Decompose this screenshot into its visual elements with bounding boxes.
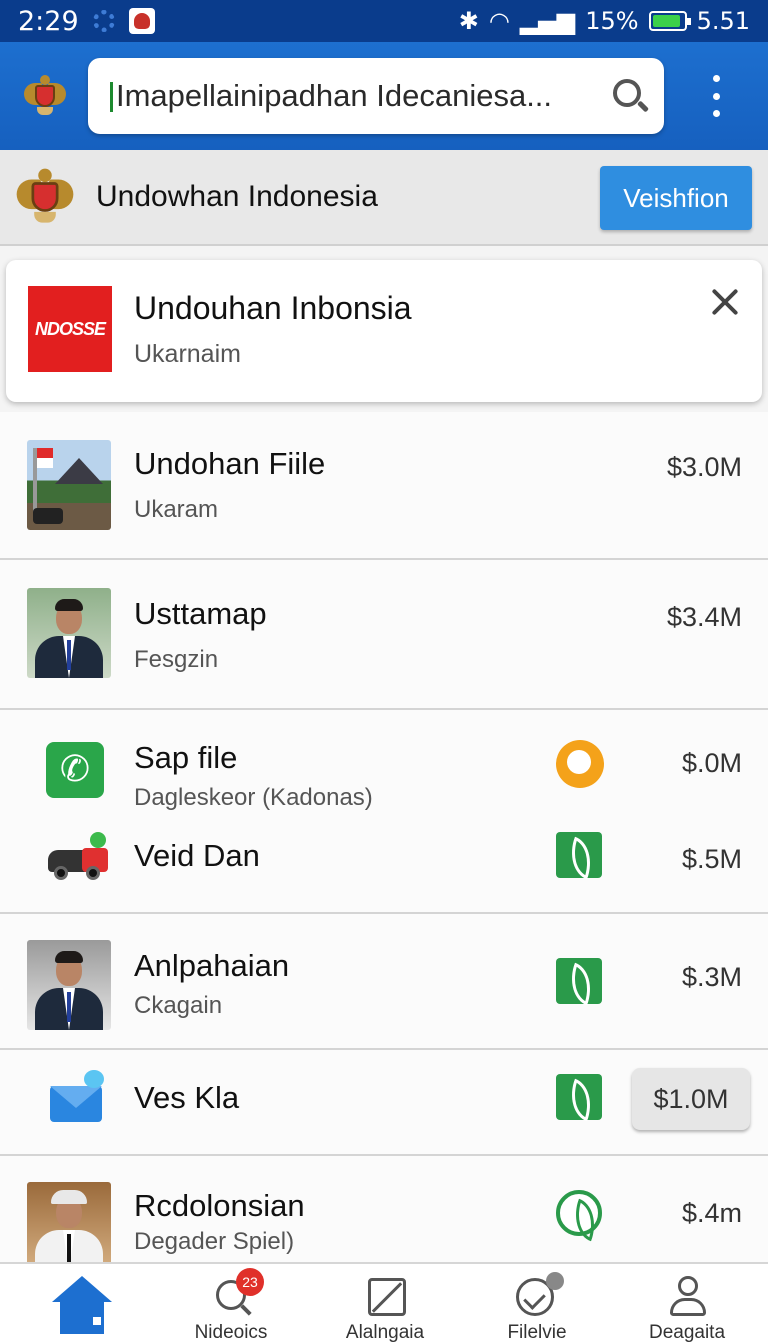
nav-label: Nideoics xyxy=(194,1322,268,1343)
section-header: Undowhan Indonesia Veishfion xyxy=(0,150,768,246)
close-icon[interactable] xyxy=(706,284,744,322)
list-item[interactable]: Rcdolonsian Degader Spiel) $.4m xyxy=(0,1156,768,1262)
image-icon xyxy=(368,1278,406,1316)
status-time: 2:29 xyxy=(18,5,79,37)
settings-gear-icon xyxy=(92,10,115,32)
nav-profile[interactable]: Deagaita xyxy=(610,1264,764,1344)
chat-bubble-icon[interactable] xyxy=(556,740,604,788)
status-clock-right: 5.51 xyxy=(696,7,750,35)
list-item[interactable]: Ves Kla $1.0M xyxy=(0,1050,768,1156)
list-item-sub: Ukaram xyxy=(134,496,219,523)
section-title: Undowhan Indonesia xyxy=(96,180,378,213)
list-item-name[interactable]: Sap file xyxy=(134,740,237,776)
list-item-group: Sap file Dagleskeor (Kadonas) $.0M Veid … xyxy=(0,710,768,914)
battery-icon xyxy=(648,11,691,31)
file-list: Undohan Fiile Ukaram $3.0M Usttamap Fesg… xyxy=(0,412,768,1262)
phone-app-icon xyxy=(46,742,104,798)
list-item-name: Ves Kla xyxy=(134,1080,240,1115)
nav-label: Filelvie xyxy=(507,1322,567,1343)
list-item-price: $3.0M xyxy=(666,452,742,482)
list-item-price: $3.4M xyxy=(666,602,742,632)
leaf-icon[interactable] xyxy=(556,958,602,1004)
user-icon xyxy=(668,1276,708,1318)
person-photo-thumbnail xyxy=(27,588,111,678)
list-item-price: $.4m xyxy=(681,1198,742,1228)
featured-card[interactable]: NDOSSE Undouhan Inbonsia Ukarnaim xyxy=(6,260,762,402)
list-item-name: Usttamap xyxy=(134,596,267,631)
leaf-icon[interactable] xyxy=(556,1074,602,1120)
card-title: Undouhan Inbonsia xyxy=(134,290,412,326)
search-bar[interactable]: Imapellainipadhan Idecaniesa... xyxy=(88,58,664,134)
battery-percent: 15% xyxy=(585,7,639,35)
more-options-icon[interactable] xyxy=(706,75,726,117)
list-item-price: $.5M xyxy=(681,844,742,874)
version-button[interactable]: Veishfion xyxy=(600,166,752,230)
list-item-name[interactable]: Veid Dan xyxy=(134,838,260,874)
nav-gallery[interactable]: Alalngaia xyxy=(308,1264,462,1344)
garuda-emblem-icon[interactable] xyxy=(24,75,66,117)
list-item[interactable]: Anlpahaian Ckagain $.3M xyxy=(0,914,768,1050)
nav-videos[interactable]: 23 Nideoics xyxy=(154,1264,308,1344)
signal-icon: ▂▄▆ xyxy=(519,7,576,35)
list-item-name: Undohan Fiile xyxy=(134,446,326,481)
card-logo: NDOSSE xyxy=(28,286,112,372)
list-item-sub: Ckagain xyxy=(134,992,223,1019)
price-button[interactable]: $1.0M xyxy=(632,1068,750,1130)
nav-files[interactable]: Filelvie xyxy=(460,1264,614,1344)
list-item-price: $.3M xyxy=(681,962,742,992)
list-item-name: Anlpahaian xyxy=(134,948,290,983)
list-item[interactable]: Undohan Fiile Ukaram $3.0M xyxy=(0,412,768,560)
nav-label: Deagaita xyxy=(648,1322,726,1343)
list-item-name: Rcdolonsian xyxy=(134,1188,305,1223)
search-input[interactable]: Imapellainipadhan Idecaniesa... xyxy=(110,78,610,114)
battery-level-fill xyxy=(652,15,680,27)
garuda-emblem-icon xyxy=(16,168,74,226)
leaf-icon[interactable] xyxy=(556,832,602,878)
top-app-bar: Imapellainipadhan Idecaniesa... xyxy=(0,42,768,150)
nav-label: Alalngaia xyxy=(345,1322,425,1343)
person-photo-thumbnail xyxy=(27,940,111,1030)
leaf-round-icon[interactable] xyxy=(556,1190,602,1236)
person-photo-thumbnail xyxy=(27,1182,111,1262)
bluetooth-icon: ✱ xyxy=(458,7,479,35)
notification-badge: 23 xyxy=(236,1268,264,1296)
list-item[interactable]: Usttamap Fesgzin $3.4M xyxy=(0,560,768,710)
list-item-sub: Fesgzin xyxy=(134,646,219,673)
list-item-price: $.0M xyxy=(681,748,742,778)
mail-icon xyxy=(48,1070,106,1126)
wifi-icon: ◠ xyxy=(488,7,510,35)
home-icon xyxy=(52,1276,112,1336)
list-item-sub: Dagleskeor (Kadonas) xyxy=(134,784,373,811)
bottom-navigation: 23 Nideoics Alalngaia Filelvie Deagaita xyxy=(0,1262,768,1344)
car-icon xyxy=(46,832,108,888)
app-emblem-icon xyxy=(128,8,155,34)
nav-home[interactable] xyxy=(0,1264,154,1344)
status-dot xyxy=(546,1272,564,1290)
house-photo-thumbnail xyxy=(27,440,111,530)
status-bar: 2:29 ✱ ◠ ▂▄▆ 15% 5.51 xyxy=(0,0,768,42)
card-subtitle: Ukarnaim xyxy=(134,340,241,368)
search-icon[interactable] xyxy=(610,76,650,116)
list-item-sub: Degader Spiel) xyxy=(134,1228,295,1255)
